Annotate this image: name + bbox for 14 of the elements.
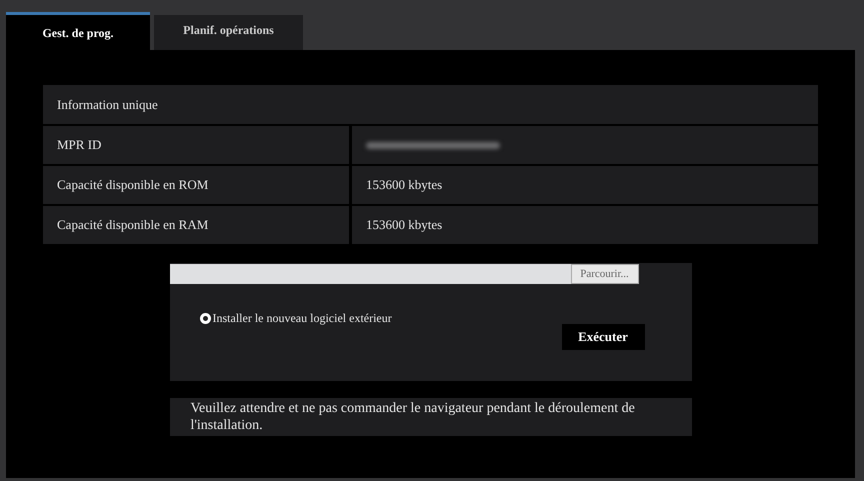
radio-button[interactable] [200,312,210,324]
table-cell: Capacité disponible en ROM [43,166,349,204]
radio-label: Installer le nouveau logiciel extérieur [212,310,392,327]
table-cell: Capacité disponible en RAM [43,206,349,244]
browse-button[interactable]: Parcourir... [570,264,638,284]
file-path-field[interactable] [170,264,570,284]
table-cell: 153600 kbytes [352,206,818,244]
table-header: Information unique [43,85,818,124]
notice-text: Veuillez attendre et ne pas commander le navigateur pendant le déroulement de l'installation. [190,400,636,434]
table-cell: 153600 kbytes [352,166,818,204]
table-cell: MPR ID [43,126,349,164]
execute-button[interactable]: Exécuter [562,324,644,350]
tab[interactable]: Planif. opérations [154,15,303,50]
tab[interactable]: Gest. de prog. [6,12,150,50]
